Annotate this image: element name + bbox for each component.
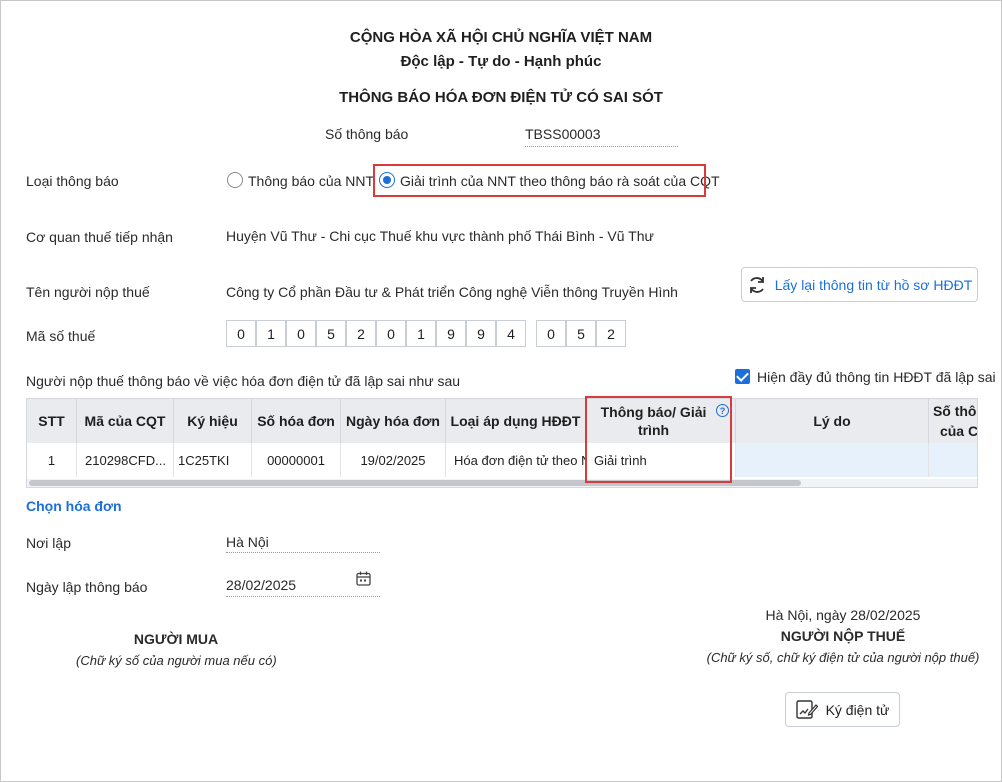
col-header-cqt-code: Mã của CQT [77,399,174,443]
col-header-stt: STT [27,399,77,443]
highlight-box-notice-type [373,164,706,197]
calendar-icon[interactable] [356,571,371,589]
cell-apply-type: Hóa đơn điện tử theo Ng [446,443,586,477]
cell-extra[interactable] [929,443,977,477]
tax-code-branch-digit[interactable]: 2 [596,320,626,347]
tax-code-digit[interactable]: 1 [406,320,436,347]
cell-stt: 1 [27,443,77,477]
page-title: THÔNG BÁO HÓA ĐƠN ĐIỆN TỬ CÓ SAI SÓT [339,89,663,106]
show-full-label[interactable]: Hiện đầy đủ thông tin HĐĐT đã lập sai [757,369,996,385]
notice-number-field[interactable]: TBSS00003 [525,126,678,147]
tax-code-label: Mã số thuế [26,328,96,344]
cell-reason[interactable] [736,443,929,477]
cell-cqt-code: 210298CFD... [77,443,174,477]
tax-code-digit[interactable]: 0 [286,320,316,347]
signature-icon [795,699,818,720]
cell-invoice-date: 19/02/2025 [341,443,446,477]
reload-info-button[interactable]: Lấy lại thông tin từ hồ sơ HĐĐT [741,267,978,302]
tax-office-label: Cơ quan thuế tiếp nhận [26,229,173,245]
taxpayer-sign-title: NGƯỜI NỘP THUẾ [780,628,906,644]
radio-nnt-notice[interactable] [227,172,243,188]
place-input[interactable]: Hà Nội [226,534,380,553]
notice-date-label: Ngày lập thông báo [26,579,148,595]
taxpayer-sign-note: (Chữ ký số, chữ ký điện tử của người nộp… [706,650,980,665]
col-header-invoice-no: Số hóa đơn [252,399,341,443]
taxpayer-name-value: Công ty Cổ phần Đầu tư & Phát triển Công… [226,284,678,300]
tax-code-digit[interactable]: 9 [466,320,496,347]
notice-type-label: Loại thông báo [26,173,119,189]
choose-invoice-link[interactable]: Chọn hóa đơn [26,498,122,514]
col-header-extra-label: Số thôn của C [932,403,978,439]
tax-code-digit[interactable]: 5 [316,320,346,347]
notice-number-label: Số thông báo [325,126,409,142]
place-label: Nơi lập [26,535,71,551]
tax-code-digit[interactable]: 0 [226,320,256,347]
col-header-apply-type: Loại áp dụng HĐĐT [446,399,586,443]
invoice-table: STT Mã của CQT Ký hiệu Số hóa đơn Ngày h… [26,398,978,488]
cell-invoice-no: 00000001 [252,443,341,477]
tax-code-digit[interactable]: 0 [376,320,406,347]
show-full-checkbox[interactable] [735,369,750,384]
col-header-symbol: Ký hiệu [174,399,252,443]
buyer-note: (Chữ ký số của người mua nếu có) [76,653,277,668]
tax-code-digit[interactable]: 2 [346,320,376,347]
taxpayer-name-label: Tên người nộp thuế [26,284,150,300]
buyer-title: NGƯỜI MUA [133,631,219,647]
col-header-reason: Lý do [736,399,929,443]
tax-code-branch-digit[interactable]: 5 [566,320,596,347]
country-title: CỘNG HÒA XÃ HỘI CHỦ NGHĨA VIỆT NAM [349,29,653,46]
radio-nnt-notice-label[interactable]: Thông báo của NNT [248,173,374,189]
tax-code-digit[interactable]: 9 [436,320,466,347]
col-header-invoice-date: Ngày hóa đơn [341,399,446,443]
sign-date-line: Hà Nội, ngày 28/02/2025 [765,607,921,623]
sign-electronic-label: Ký điện tử [825,701,890,718]
motto: Độc lập - Tự do - Hạnh phúc [400,53,602,70]
col-header-extra: Số thôn của C [929,399,978,443]
reload-info-label: Lấy lại thông tin từ hồ sơ HĐĐT [774,276,973,293]
tax-code-digit[interactable]: 4 [496,320,526,347]
sign-electronic-button[interactable]: Ký điện tử [785,692,900,727]
refresh-icon [747,275,767,295]
highlight-box-notice-column [585,396,732,483]
invoice-section-label: Người nộp thuế thông báo về việc hóa đơn… [26,373,461,389]
tax-code-digit[interactable]: 1 [256,320,286,347]
cell-symbol: 1C25TKI [174,443,252,477]
tax-code-branch-digit[interactable]: 0 [536,320,566,347]
tax-office-value: Huyện Vũ Thư - Chi cục Thuế khu vực thàn… [226,228,654,244]
